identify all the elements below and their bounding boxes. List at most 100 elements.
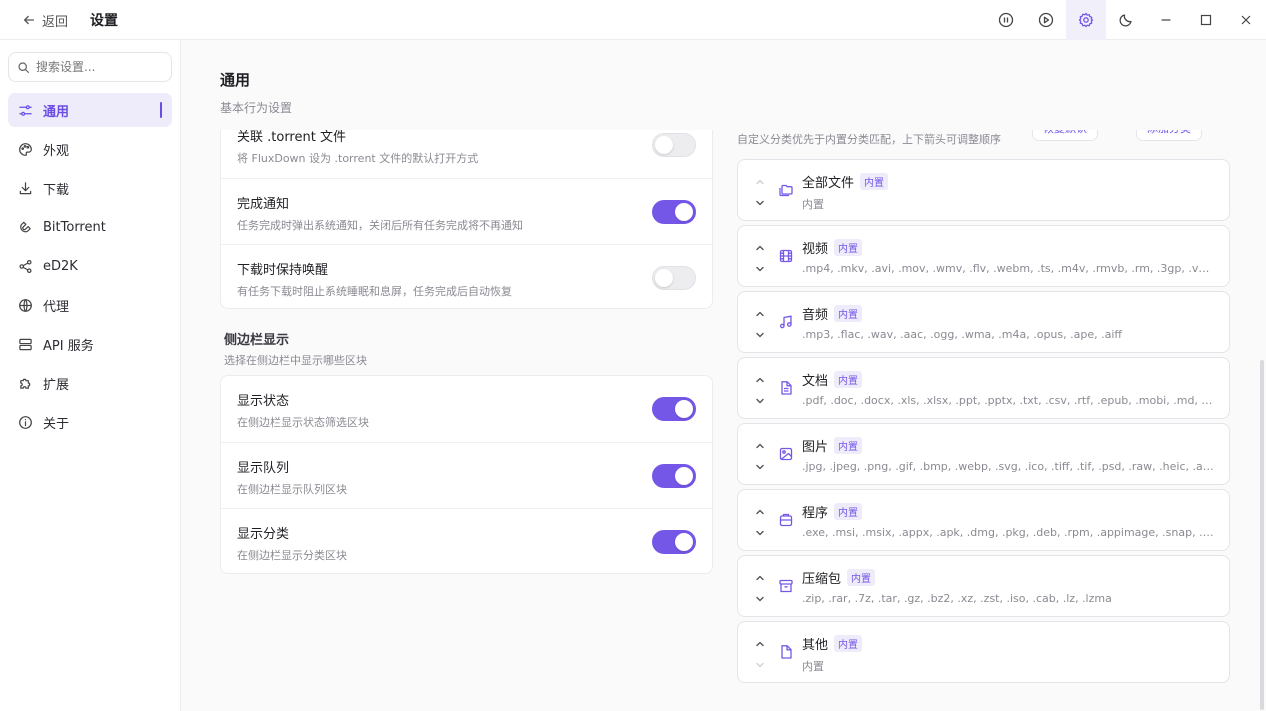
folders-icon (779, 184, 793, 197)
package-icon (779, 513, 793, 527)
category-item-other[interactable]: 其他 内置 内置 (737, 621, 1230, 683)
music-icon (779, 315, 792, 329)
category-item-audio[interactable]: 音频 内置 .mp3, .flac, .wav, .aac, .ogg, .wma… (737, 291, 1230, 353)
server-icon (19, 338, 32, 350)
sidebar-item-api-service[interactable]: API 服务 (8, 327, 172, 361)
category-item-all[interactable]: 全部文件 内置 内置 (737, 159, 1230, 221)
category-item-document[interactable]: 文档 内置 .pdf, .doc, .docx, .xls, .xlsx, .pp… (737, 357, 1230, 419)
chevron-down-icon (756, 332, 764, 338)
sidebar-item-proxy[interactable]: 代理 (8, 288, 172, 322)
chevron-up-icon (756, 509, 764, 515)
back-button[interactable]: 返回 (22, 10, 68, 30)
move-down-button[interactable] (754, 326, 768, 340)
minimize-button[interactable] (1146, 0, 1186, 40)
sidebar-item-label: 通用 (43, 104, 70, 120)
sidebar-item-ed2k[interactable]: eD2K (8, 249, 172, 283)
associate-torrent-toggle[interactable] (652, 133, 696, 157)
move-down-button[interactable] (754, 194, 768, 208)
section-title: 侧边栏显示 (224, 333, 290, 348)
sidebar-item-about[interactable]: 关于 (8, 405, 172, 439)
search-input[interactable] (36, 60, 166, 74)
film-icon (779, 249, 793, 263)
move-up-button[interactable] (754, 239, 768, 253)
move-up-button[interactable] (754, 173, 768, 187)
sidebar-item-label: BitTorrent (43, 219, 106, 235)
keep-awake-toggle[interactable] (652, 266, 696, 290)
sidebar-display-card: 显示状态 在侧边栏显示状态筛选区块 显示队列 在侧边栏显示队列区块 显示分类 在… (220, 375, 713, 574)
theme-toggle-button[interactable] (1106, 0, 1146, 40)
category-item-archive[interactable]: 压缩包 内置 .zip, .rar, .7z, .tar, .gz, .bz2, … (737, 555, 1230, 617)
setting-title: 显示状态 (237, 394, 290, 409)
magnet-icon (20, 221, 31, 232)
move-down-button[interactable] (754, 260, 768, 274)
document-icon (781, 381, 792, 395)
completion-notify-toggle[interactable] (652, 200, 696, 224)
category-hint: 自定义分类优先于内置分类匹配，上下箭头可调整顺序 (737, 133, 1001, 146)
gear-icon (1078, 12, 1094, 28)
setting-row-show-status: 显示状态 在侧边栏显示状态筛选区块 (221, 376, 712, 442)
close-button[interactable] (1226, 0, 1266, 40)
builtin-badge: 内置 (834, 371, 863, 388)
sidebar-item-label: 代理 (43, 299, 70, 315)
category-extensions: .mp3, .flac, .wav, .aac, .ogg, .wma, .m4… (802, 328, 1122, 341)
category-item-program[interactable]: 程序 内置 .exe, .msi, .msix, .appx, .apk, .dm… (737, 489, 1230, 551)
show-queue-toggle[interactable] (652, 464, 696, 488)
chevron-down-icon (756, 398, 764, 404)
settings-search[interactable] (8, 52, 172, 82)
sidebar-item-download[interactable]: 下载 (8, 171, 172, 205)
show-category-toggle[interactable] (652, 530, 696, 554)
setting-desc: 在侧边栏显示队列区块 (237, 483, 347, 496)
chevron-down-icon (756, 464, 764, 470)
move-down-button[interactable] (754, 656, 768, 670)
globe-icon (19, 298, 32, 312)
page-title: 通用 (220, 71, 251, 89)
move-down-button[interactable] (754, 392, 768, 406)
settings-button[interactable] (1066, 0, 1106, 40)
category-name: 文档 (802, 374, 829, 389)
move-down-button[interactable] (754, 458, 768, 472)
category-name: 其他 (802, 638, 829, 653)
setting-row-completion-notify: 完成通知 任务完成时弹出系统通知，关闭后所有任务完成将不再通知 (221, 178, 712, 244)
category-name: 视频 (802, 242, 829, 257)
pause-all-button[interactable] (986, 0, 1026, 40)
setting-desc: 有任务下载时阻止系统睡眠和息屏，任务完成后自动恢复 (237, 285, 512, 298)
move-up-button[interactable] (754, 569, 768, 583)
sidebar-item-extensions[interactable]: 扩展 (8, 366, 172, 400)
move-up-button[interactable] (754, 371, 768, 385)
start-all-button[interactable] (1026, 0, 1066, 40)
arrow-left-icon (23, 15, 35, 25)
settings-sidebar: 通用 外观 下载 BitTorrent eD2K 代理 API 服务 (0, 40, 181, 711)
setting-desc: 在侧边栏显示状态筛选区块 (237, 416, 369, 429)
chevron-down-icon (756, 662, 764, 668)
move-up-button[interactable] (754, 503, 768, 517)
chevron-up-icon (756, 575, 764, 581)
search-icon (18, 61, 29, 73)
chevron-up-icon (756, 245, 764, 251)
show-status-toggle[interactable] (652, 397, 696, 421)
maximize-button[interactable] (1186, 0, 1226, 40)
chevron-up-icon (756, 179, 764, 185)
share-icon (19, 259, 32, 273)
category-item-video[interactable]: 视频 内置 .mp4, .mkv, .avi, .mov, .wmv, .flv,… (737, 225, 1230, 287)
move-up-button[interactable] (754, 635, 768, 649)
page-header: 通用 基本行为设置 (181, 40, 1266, 130)
info-icon (19, 415, 32, 429)
close-icon (1241, 15, 1251, 25)
chevron-up-icon (756, 311, 764, 317)
move-up-button[interactable] (754, 305, 768, 319)
archive-icon (779, 579, 793, 593)
content-scrollbar[interactable] (1260, 360, 1264, 710)
sidebar-item-appearance[interactable]: 外观 (8, 132, 172, 166)
chevron-up-icon (756, 641, 764, 647)
category-item-image[interactable]: 图片 内置 .jpg, .jpeg, .png, .gif, .bmp, .web… (737, 423, 1230, 485)
sidebar-item-general[interactable]: 通用 (8, 93, 172, 127)
move-up-button[interactable] (754, 437, 768, 451)
category-extensions: .mp4, .mkv, .avi, .mov, .wmv, .flv, .web… (802, 262, 1214, 275)
download-icon (19, 181, 32, 194)
move-down-button[interactable] (754, 590, 768, 604)
category-name: 全部文件 (802, 176, 855, 191)
sidebar-item-bittorrent[interactable]: BitTorrent (8, 210, 172, 244)
move-down-button[interactable] (754, 524, 768, 538)
chevron-up-icon (756, 377, 764, 383)
chevron-down-icon (756, 266, 764, 272)
